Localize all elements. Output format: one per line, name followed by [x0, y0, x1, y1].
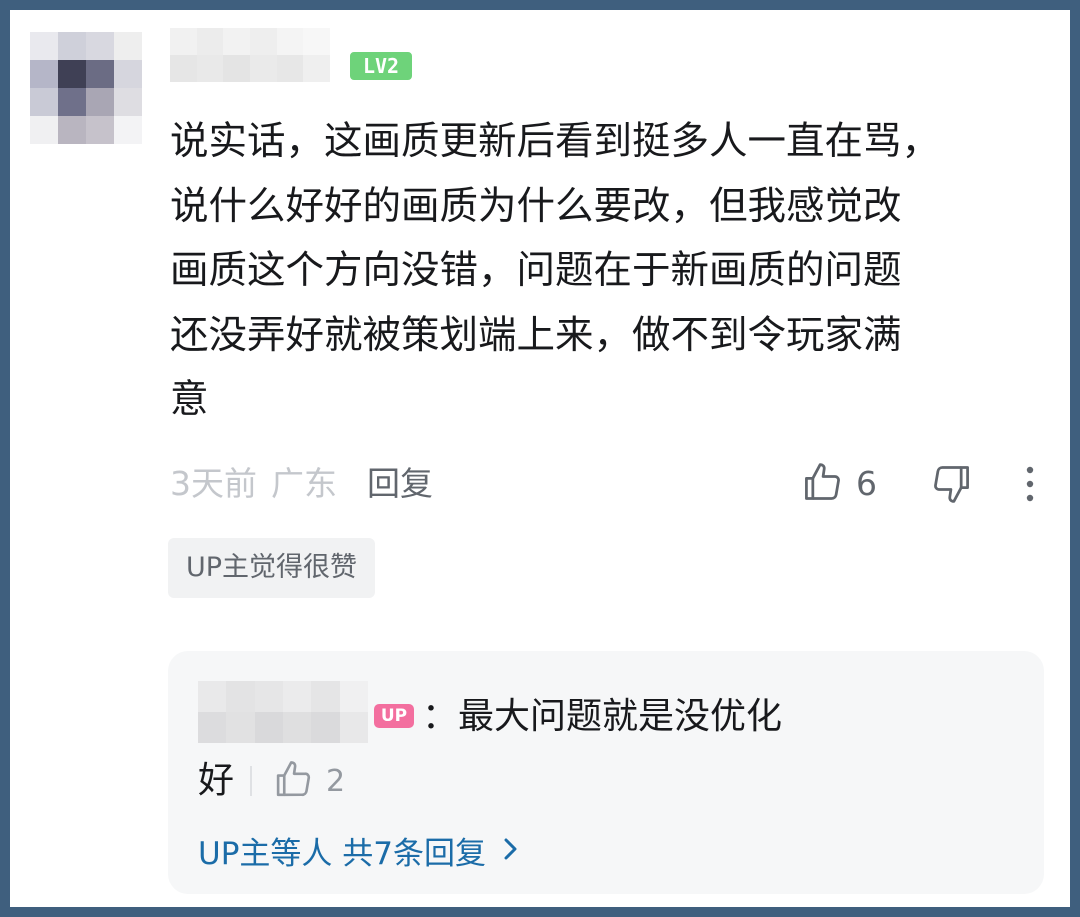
sub-reply-text: ：最大问题就是没优化 — [422, 696, 783, 737]
avatar[interactable] — [30, 32, 142, 144]
reply-button[interactable]: 回复 — [367, 462, 433, 506]
comment-card: LV2 说实话，这画质更新后看到挺多人一直在骂， 说什么好好的画质为什么要改，但… — [10, 10, 1070, 907]
thumbs-up-icon — [800, 460, 844, 508]
sub-reply-username-blurred[interactable] — [198, 681, 368, 743]
up-tag: UP — [374, 704, 414, 728]
comment-meta: 3天前 广东 — [170, 462, 337, 506]
thumbs-up-icon — [272, 758, 314, 804]
dislike-button[interactable] — [930, 462, 974, 510]
up-liked-badge: UP主觉得很赞 — [168, 538, 376, 598]
chevron-right-icon — [500, 829, 520, 879]
view-all-replies-label: UP主等人 共7条回复 — [198, 836, 486, 872]
username-blurred[interactable] — [170, 28, 330, 82]
sub-reply-trailing-text: 好 — [198, 760, 235, 801]
more-vertical-icon — [1024, 466, 1036, 510]
view-all-replies-link[interactable]: UP主等人 共7条回复 — [198, 829, 520, 879]
comment-text: 说实话，这画质更新后看到挺多人一直在骂， 说什么好好的画质为什么要改，但我感觉改… — [170, 119, 941, 422]
comment-time: 3天前 — [170, 464, 257, 503]
sub-reply-box: UP ：最大问题就是没优化 好 2 UP主等人 共7条回复 — [168, 651, 1044, 894]
sub-reply-like-button[interactable]: 2 — [272, 758, 345, 804]
divider — [250, 766, 253, 796]
like-button[interactable]: 6 — [800, 462, 877, 506]
level-badge: LV2 — [350, 52, 412, 80]
more-menu-button[interactable] — [1024, 462, 1036, 510]
comment-location: 广东 — [271, 464, 337, 503]
thumbs-down-icon — [930, 466, 974, 510]
like-count: 6 — [856, 464, 877, 503]
sub-reply-actions: 好 2 — [198, 757, 345, 805]
sub-reply-like-count: 2 — [326, 763, 346, 799]
